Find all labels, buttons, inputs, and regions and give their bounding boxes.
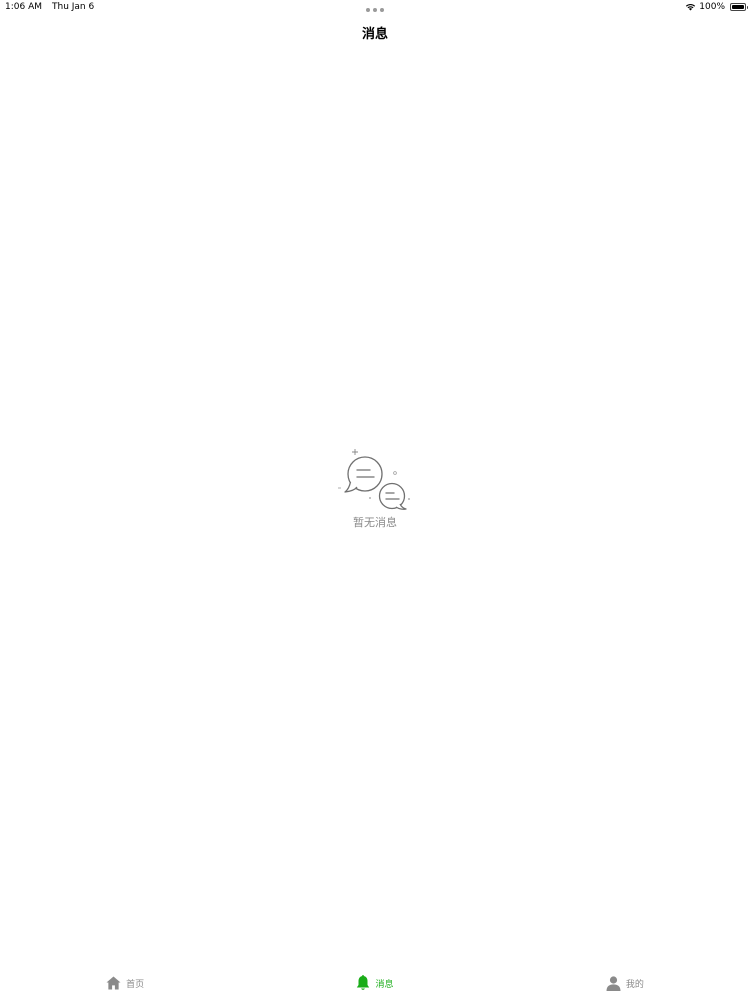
bell-icon <box>357 975 370 990</box>
wifi-icon <box>686 3 696 11</box>
home-icon <box>106 976 121 990</box>
status-bar: 1:06 AM Thu Jan 6 100% <box>0 0 750 16</box>
tab-profile[interactable]: 我的 <box>606 975 644 991</box>
battery-icon <box>730 3 748 11</box>
tab-bar: 首页 消息 我的 <box>0 966 750 1000</box>
messages-screen: 1:06 AM Thu Jan 6 100% 消息 暂无消息 首页 消息 我的 <box>0 0 750 1000</box>
tab-profile-label: 我的 <box>625 979 644 990</box>
user-icon <box>606 975 621 991</box>
status-bar-left: 1:06 AM Thu Jan 6 <box>5 2 94 12</box>
tab-home-label: 首页 <box>126 979 145 990</box>
status-date: Thu Jan 6 <box>52 2 95 12</box>
battery-percent: 100% <box>699 2 725 12</box>
page-title: 消息 <box>361 27 388 42</box>
chat-bubbles-icon <box>338 449 410 510</box>
tab-home[interactable]: 首页 <box>106 976 144 990</box>
tab-messages-label: 消息 <box>375 979 394 990</box>
tab-messages[interactable]: 消息 <box>356 975 394 991</box>
battery-fill <box>732 5 744 9</box>
status-bar-right: 100% <box>685 2 748 12</box>
dot <box>380 8 384 12</box>
multitasking-dots[interactable] <box>366 8 384 12</box>
status-time: 1:06 AM <box>5 2 42 12</box>
dot <box>366 8 370 12</box>
empty-message: 暂无消息 <box>353 516 397 529</box>
dot <box>373 8 377 12</box>
empty-state: 暂无消息 <box>325 443 425 533</box>
